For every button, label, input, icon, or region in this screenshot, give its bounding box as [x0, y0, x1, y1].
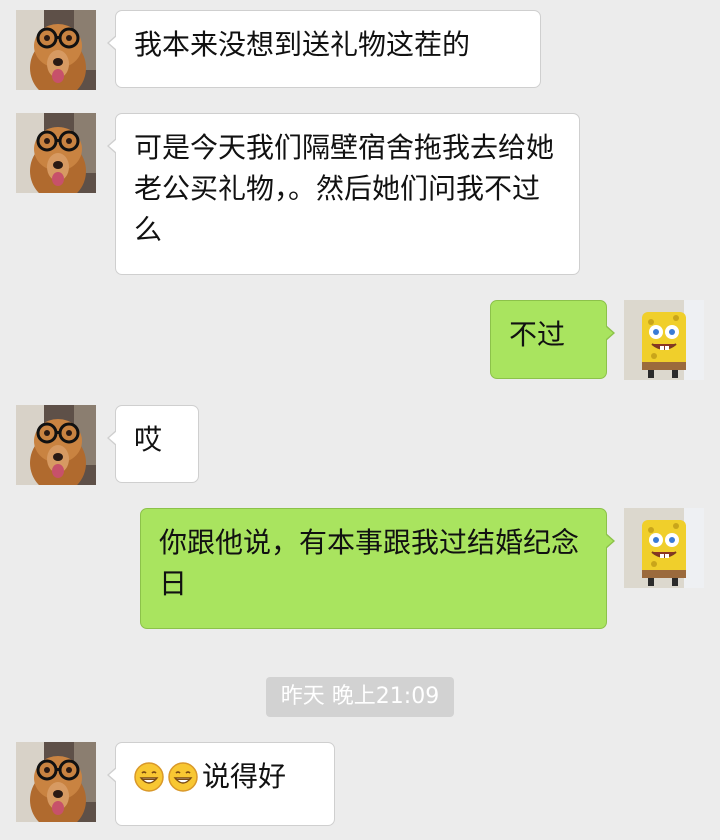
message-text: 你跟他说，有本事跟我过结婚纪念日 — [159, 526, 580, 600]
incoming-message-bubble[interactable]: 可是今天我们隔壁宿舍拖我去给她老公买礼物，。然后她们问我不过么 — [107, 113, 580, 275]
message-text: 可是今天我们隔壁宿舍拖我去给她老公买礼物，。然后她们问我不过么 — [134, 131, 555, 246]
grin-emoji-icon — [134, 762, 164, 792]
incoming-message-bubble[interactable]: 说得好 — [107, 742, 335, 826]
dog-with-glasses-avatar[interactable] — [16, 10, 96, 90]
chat-conversation[interactable]: 我本来没想到送礼物这茬的 可是今天我们隔壁宿舍拖我去给她老公买礼物，。然后她们问… — [0, 0, 720, 840]
incoming-message-bubble[interactable]: 哎 — [107, 405, 199, 483]
spongebob-avatar[interactable] — [624, 508, 704, 588]
message-text: 不过 — [509, 318, 566, 351]
timestamp-label: 昨天 晚上21:09 — [266, 677, 454, 717]
grin-emoji-icon — [168, 762, 198, 792]
message-text: 哎 — [134, 423, 163, 456]
outgoing-message-bubble[interactable]: 你跟他说，有本事跟我过结婚纪念日 — [140, 508, 615, 629]
dog-with-glasses-avatar[interactable] — [16, 742, 96, 822]
incoming-message-bubble[interactable]: 我本来没想到送礼物这茬的 — [107, 10, 541, 88]
message-text: 我本来没想到送礼物这茬的 — [134, 28, 471, 61]
outgoing-message-bubble[interactable]: 不过 — [490, 300, 615, 379]
dog-with-glasses-avatar[interactable] — [16, 405, 96, 485]
spongebob-avatar[interactable] — [624, 300, 704, 380]
message-text: 说得好 — [202, 760, 287, 793]
dog-with-glasses-avatar[interactable] — [16, 113, 96, 193]
